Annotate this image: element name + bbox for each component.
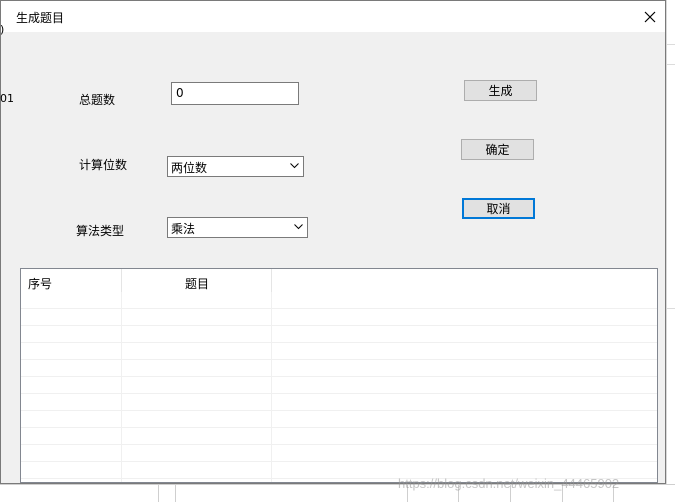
table-row [21, 292, 657, 309]
operation-type-label: 算法类型 [76, 224, 125, 238]
table-row [21, 445, 657, 462]
column-divider[interactable] [121, 269, 122, 292]
chevron-down-icon [294, 224, 303, 230]
dialog-title: 生成题目 [16, 11, 65, 25]
table-row [21, 326, 657, 343]
background-text-fragment: ) [0, 23, 5, 36]
watermark: https://blog.csdn.net/weixin_44465902 [398, 476, 620, 491]
close-icon [644, 11, 656, 22]
background-grid-line [667, 64, 675, 65]
cancel-button[interactable]: 取消 [462, 198, 535, 219]
table-row [21, 360, 657, 377]
table-row [21, 309, 657, 326]
operation-type-select-value: 乘法 [171, 222, 196, 236]
table-row [21, 411, 657, 428]
table-row [21, 394, 657, 411]
column-divider[interactable] [271, 269, 272, 292]
digits-select[interactable]: 两位数 [167, 156, 304, 177]
background-text-fragment: 01 [0, 92, 14, 105]
generate-questions-dialog: 生成题目 总题数 0 计算位数 两位数 算法类型 乘法 生成 确定 取消 序号 … [0, 0, 666, 484]
background-window-edge [666, 0, 675, 502]
background-grid-line [667, 308, 675, 309]
total-count-label: 总题数 [79, 93, 116, 107]
digits-label: 计算位数 [79, 158, 128, 172]
table-row [21, 377, 657, 394]
background-grid-line [667, 44, 675, 45]
close-button[interactable] [635, 1, 665, 32]
background-column-line [175, 484, 176, 502]
dialog-titlebar[interactable]: 生成题目 [1, 1, 665, 32]
chevron-down-icon [290, 163, 299, 169]
generate-button[interactable]: 生成 [464, 80, 537, 101]
table-row [21, 343, 657, 360]
background-column-line [158, 484, 159, 502]
list-header: 序号 题目 [21, 269, 657, 292]
ok-button[interactable]: 确定 [461, 139, 534, 160]
total-count-input[interactable]: 0 [171, 82, 299, 105]
operation-type-select[interactable]: 乘法 [167, 217, 308, 238]
column-header-question[interactable]: 题目 [185, 275, 209, 292]
column-header-index[interactable]: 序号 [28, 275, 52, 292]
questions-list[interactable]: 序号 题目 [20, 268, 658, 483]
table-row [21, 428, 657, 445]
digits-select-value: 两位数 [171, 161, 208, 175]
